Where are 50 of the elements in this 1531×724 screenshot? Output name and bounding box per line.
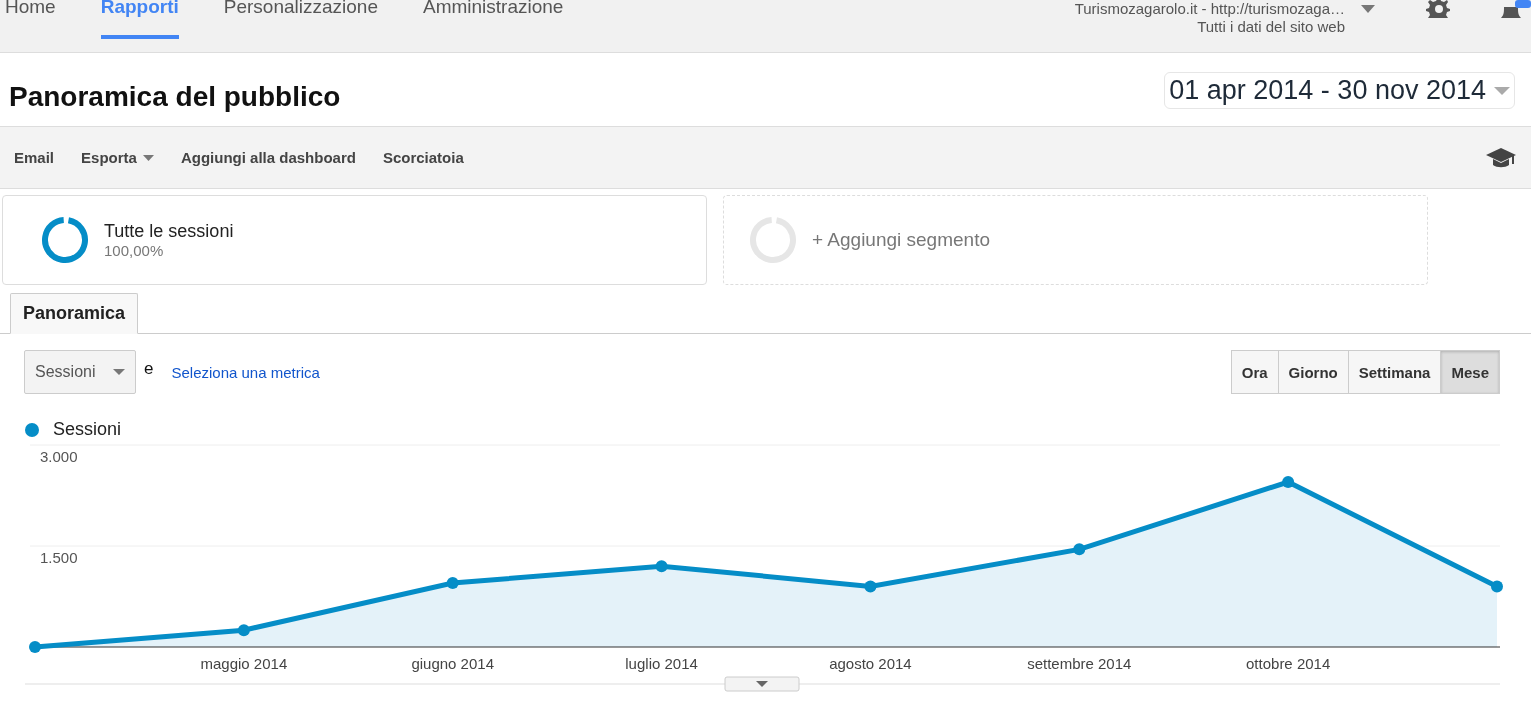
caret-icon (113, 369, 125, 375)
page-title: Panoramica del pubblico (9, 80, 341, 113)
nav-tab[interactable]: Home (5, 0, 56, 39)
legend-label: Sessioni (53, 419, 122, 440)
caret-icon (1494, 86, 1510, 95)
data-point (1073, 543, 1086, 556)
data-point (237, 624, 250, 637)
select-metric-link[interactable]: Seleziona una metrica (171, 363, 320, 381)
segment-name: Tutte le sessioni (104, 221, 234, 242)
data-point (655, 560, 668, 573)
toolbar-button[interactable]: Scorciatoia (382, 149, 464, 166)
data-point (1282, 476, 1295, 489)
period-button[interactable]: Ora (1230, 350, 1279, 394)
joiner-text: e (144, 359, 154, 379)
axis-label: settembre 2014 (1027, 655, 1132, 672)
settings-icon[interactable] (1425, 0, 1451, 18)
add-segment-label: + Aggiungi segmento (812, 229, 990, 251)
metric-select[interactable]: Sessioni (24, 350, 136, 394)
nav-tab[interactable]: Amministrazione (423, 0, 564, 39)
date-range-picker[interactable]: 01 apr 2014 - 30 nov 2014 (1164, 72, 1515, 109)
data-point (1491, 580, 1503, 593)
segment-ring-icon (40, 215, 90, 265)
property-name[interactable]: Turismozagarolo.it - http://turismozaga… (1074, 0, 1345, 18)
data-point (446, 577, 459, 590)
axis-label: giugno 2014 (411, 655, 494, 672)
axis-label: 3.000 (40, 448, 78, 465)
axis-label: maggio 2014 (200, 655, 288, 672)
view-name: Tutti i dati del sito web (1197, 18, 1345, 36)
graduation-cap-icon[interactable] (1485, 146, 1517, 169)
report-tab[interactable]: Panoramica (10, 293, 139, 334)
segment-share: 100,00% (104, 242, 165, 259)
segment-ring-icon (748, 215, 798, 265)
period-button[interactable]: Giorno (1277, 350, 1349, 394)
add-segment-card[interactable]: + Aggiungi segmento (723, 195, 1428, 285)
toolbar-button[interactable]: Aggiungi alla dashboard (180, 149, 356, 166)
toolbar-button[interactable]: Email (14, 149, 55, 166)
data-point (864, 580, 877, 593)
nav-tab[interactable]: Personalizzazione (223, 0, 378, 39)
caret-icon[interactable] (1361, 5, 1375, 13)
data-point (29, 641, 41, 653)
toolbar-button[interactable]: Esporta (81, 149, 154, 166)
axis-label: ottobre 2014 (1246, 655, 1331, 672)
axis-label: luglio 2014 (625, 655, 698, 672)
caret-icon (142, 154, 154, 161)
axis-label: agosto 2014 (829, 655, 912, 672)
axis-label: 1.500 (40, 549, 78, 566)
period-button[interactable]: Mese (1440, 350, 1500, 394)
segment-card[interactable]: Tutte le sessioni 100,00% (2, 195, 707, 285)
collapse-handle[interactable] (724, 676, 800, 692)
period-button[interactable]: Settimana (1347, 350, 1442, 394)
